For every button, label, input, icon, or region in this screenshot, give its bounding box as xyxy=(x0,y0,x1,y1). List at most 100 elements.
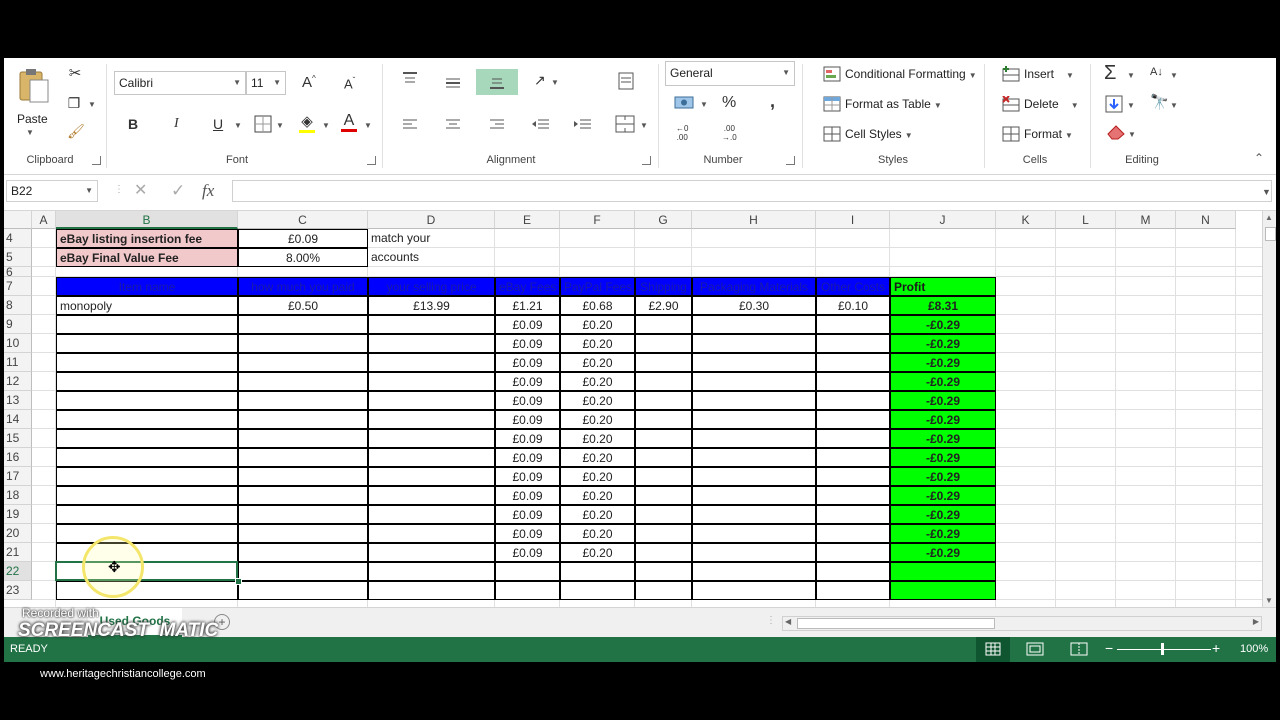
empty-cell[interactable] xyxy=(56,334,238,353)
empty-cell[interactable] xyxy=(368,372,495,391)
empty-cell[interactable] xyxy=(368,334,495,353)
format-as-table-icon[interactable] xyxy=(823,96,841,114)
clear-icon[interactable] xyxy=(1106,124,1126,142)
zoom-slider-thumb[interactable] xyxy=(1161,643,1164,655)
row-header-23[interactable]: 23 xyxy=(4,581,32,600)
empty-cell[interactable] xyxy=(692,391,816,410)
wrap-text-icon[interactable] xyxy=(618,72,636,92)
empty-cell[interactable] xyxy=(56,581,238,600)
font-name-select[interactable]: Calibri ▼ xyxy=(114,71,246,95)
underline-button[interactable]: U xyxy=(213,117,223,131)
format-button[interactable]: Format ▼ xyxy=(1024,127,1073,141)
profit-cell[interactable]: -£0.29 xyxy=(890,543,996,562)
ebay-fee-cell[interactable]: £0.09 xyxy=(495,410,560,429)
formula-input[interactable] xyxy=(232,180,1272,202)
merge-dropdown-icon[interactable]: ▼ xyxy=(640,121,648,130)
column-header-d[interactable]: D xyxy=(368,211,495,229)
empty-cell[interactable] xyxy=(816,353,890,372)
empty-cell[interactable] xyxy=(238,448,368,467)
accounting-dropdown-icon[interactable]: ▼ xyxy=(700,100,708,109)
empty-cell[interactable] xyxy=(368,429,495,448)
format-painter-icon[interactable]: 🖌 xyxy=(67,124,85,138)
delete-button[interactable]: Delete ▼ xyxy=(1024,97,1079,111)
row8-paypal[interactable]: £0.68 xyxy=(560,296,635,315)
insert-cells-icon[interactable] xyxy=(1002,66,1020,84)
empty-cell[interactable] xyxy=(495,581,560,600)
empty-cell[interactable] xyxy=(368,486,495,505)
scroll-down-icon[interactable]: ▼ xyxy=(1265,596,1273,605)
borders-dropdown-icon[interactable]: ▼ xyxy=(276,121,284,130)
table-header-price[interactable]: your selling price xyxy=(368,277,495,296)
row-header-16[interactable]: 16 xyxy=(4,448,32,467)
orientation-dropdown-icon[interactable]: ▼ xyxy=(551,78,559,87)
empty-cell[interactable] xyxy=(56,410,238,429)
empty-cell[interactable] xyxy=(816,429,890,448)
empty-cell[interactable] xyxy=(56,391,238,410)
empty-cell[interactable] xyxy=(692,429,816,448)
row-header-7[interactable]: 7 xyxy=(4,277,32,296)
font-color-dropdown-icon[interactable]: ▼ xyxy=(364,121,372,130)
fee-note-line2[interactable]: accounts xyxy=(368,248,495,267)
table-header-paypal[interactable]: PayPal Fees xyxy=(560,277,635,296)
comma-style-button[interactable]: , xyxy=(770,92,775,110)
paypal-fee-cell[interactable]: £0.20 xyxy=(560,429,635,448)
vertical-scrollbar[interactable]: ▲ ▼ xyxy=(1262,211,1276,607)
format-cells-icon[interactable] xyxy=(1002,126,1020,144)
empty-cell[interactable] xyxy=(56,372,238,391)
ebay-fee-cell[interactable]: £0.09 xyxy=(495,372,560,391)
empty-cell[interactable] xyxy=(238,334,368,353)
align-center-icon[interactable] xyxy=(445,118,461,134)
empty-cell[interactable] xyxy=(692,410,816,429)
select-all-corner[interactable] xyxy=(4,211,32,229)
cancel-icon[interactable]: ✕ xyxy=(134,183,147,199)
paste-button[interactable]: Paste xyxy=(17,112,48,126)
ebay-fee-cell[interactable]: £0.09 xyxy=(495,334,560,353)
ebay-fee-cell[interactable]: £0.09 xyxy=(495,467,560,486)
empty-cell[interactable] xyxy=(238,543,368,562)
column-header-f[interactable]: F xyxy=(560,211,635,229)
align-middle-icon[interactable] xyxy=(445,76,461,92)
paypal-fee-cell[interactable]: £0.20 xyxy=(560,315,635,334)
h-scroll-thumb[interactable] xyxy=(797,618,995,629)
format-as-table-button[interactable]: Format as Table ▼ xyxy=(845,97,942,111)
row8-paid[interactable]: £0.50 xyxy=(238,296,368,315)
column-header-h[interactable]: H xyxy=(692,211,816,229)
empty-cell[interactable] xyxy=(635,467,692,486)
paypal-fee-cell[interactable]: £0.20 xyxy=(560,505,635,524)
decrease-indent-icon[interactable] xyxy=(532,118,550,134)
empty-cell[interactable] xyxy=(238,486,368,505)
italic-button[interactable]: I xyxy=(174,117,179,131)
number-launcher-icon[interactable] xyxy=(786,156,795,165)
name-box[interactable]: B22 ▼ xyxy=(6,180,98,202)
conditional-formatting-icon[interactable] xyxy=(823,66,841,84)
zoom-out-icon[interactable]: − xyxy=(1105,640,1113,656)
row8-ebay[interactable]: £1.21 xyxy=(495,296,560,315)
cut-icon[interactable]: ✂ xyxy=(67,66,83,81)
empty-cell[interactable] xyxy=(816,372,890,391)
profit-cell[interactable]: -£0.29 xyxy=(890,467,996,486)
zoom-level[interactable]: 100% xyxy=(1240,643,1268,655)
column-header-m[interactable]: M xyxy=(1116,211,1176,229)
align-left-icon[interactable] xyxy=(402,118,418,134)
scroll-thumb[interactable] xyxy=(1265,227,1276,241)
row8-packaging[interactable]: £0.30 xyxy=(692,296,816,315)
empty-cell[interactable] xyxy=(368,562,495,581)
empty-cell[interactable] xyxy=(238,581,368,600)
empty-cell[interactable] xyxy=(368,391,495,410)
ebay-fee-cell[interactable]: £0.09 xyxy=(495,505,560,524)
empty-cell[interactable] xyxy=(635,410,692,429)
fill-color-icon[interactable]: ◈ xyxy=(299,114,315,133)
empty-cell[interactable] xyxy=(635,448,692,467)
empty-cell[interactable] xyxy=(238,562,368,581)
paypal-fee-cell[interactable]: £0.20 xyxy=(560,410,635,429)
fee-value-final-value[interactable]: 8.00% xyxy=(238,248,368,267)
fill-icon[interactable] xyxy=(1105,95,1123,115)
underline-dropdown-icon[interactable]: ▼ xyxy=(234,121,242,130)
profit-cell-empty[interactable] xyxy=(890,562,996,581)
empty-cell[interactable] xyxy=(816,315,890,334)
shrink-font-icon[interactable]: Aˇ xyxy=(344,77,355,91)
paypal-fee-cell[interactable]: £0.20 xyxy=(560,372,635,391)
empty-cell[interactable] xyxy=(368,581,495,600)
tab-splitter-icon[interactable]: ⋮ xyxy=(766,615,776,626)
paypal-fee-cell[interactable]: £0.20 xyxy=(560,391,635,410)
